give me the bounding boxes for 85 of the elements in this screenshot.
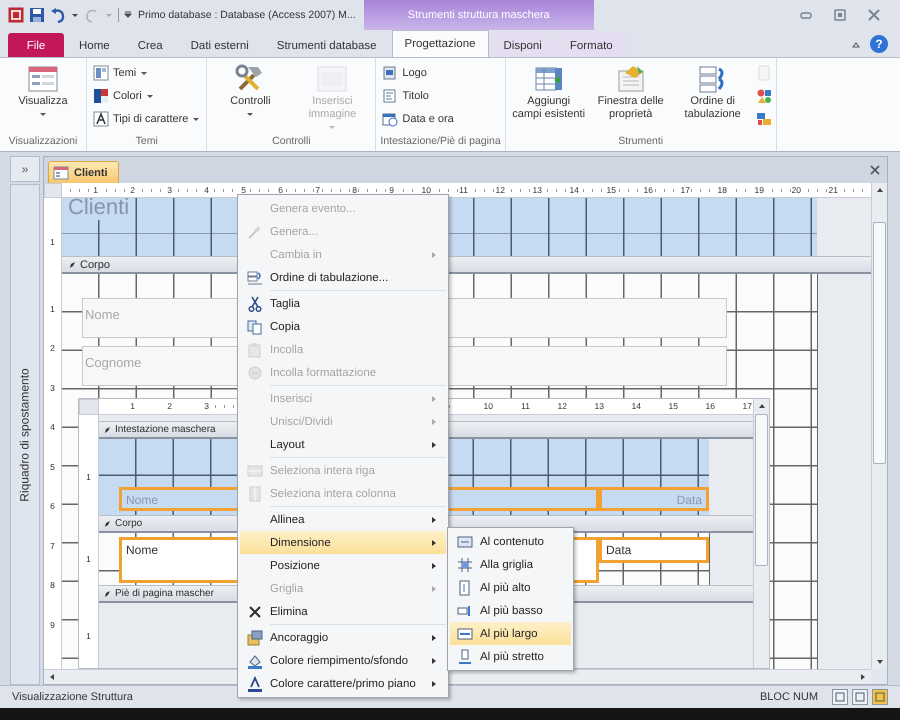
status-indicator: BLOC NUM <box>760 691 818 703</box>
ruler-number: 1 <box>86 630 91 640</box>
ruler-number: 20 <box>790 185 802 195</box>
menu-item-label: Colore carattere/primo piano <box>270 678 417 690</box>
ruler-number: 16 <box>642 185 654 195</box>
ruler-number: 1 <box>129 401 136 411</box>
menu-item-label: Al contenuto <box>480 536 545 548</box>
ruler-number: 1 <box>50 304 55 314</box>
group-label: Controlli <box>271 135 312 149</box>
menu-item-label: Al più basso <box>480 604 544 616</box>
ruler-number: 21 <box>828 185 839 195</box>
ruler-number: 14 <box>568 185 580 195</box>
ruler-number: 18 <box>716 185 728 195</box>
document-tab-label: Clienti <box>74 166 108 178</box>
menu-item-label: Copia <box>270 320 302 332</box>
ruler-number: 8 <box>50 580 55 590</box>
menu-item-label: Al più stretto <box>480 650 545 662</box>
menu-item-label: Ordine di tabulazione... <box>270 272 390 284</box>
ruler-number: 9 <box>50 620 55 630</box>
menu-item-label: Seleziona intera colonna <box>270 488 397 500</box>
ruler-number: 17 <box>680 185 691 195</box>
ruler-number: 14 <box>630 401 642 411</box>
group-label: Temi <box>134 135 159 149</box>
section-label: Piè di pagina mascher <box>115 588 214 599</box>
group-label: Intestazione/Piè di pagina <box>380 135 501 149</box>
ruler-number: 2 <box>166 401 173 411</box>
menu-item-label: Dimensione <box>270 536 332 548</box>
ruler-number: 13 <box>594 401 605 411</box>
ruler-number: 9 <box>388 185 395 195</box>
menu-item-label: Incolla formattazione <box>270 366 378 378</box>
ruler-number: 13 <box>532 185 543 195</box>
menu-item-label: Seleziona intera riga <box>270 464 376 476</box>
ruler-number: 7 <box>50 540 55 550</box>
ruler-number: 8 <box>351 185 358 195</box>
ruler-number: 17 <box>742 401 753 411</box>
navigation-pane-label: Riquadro di spostamento <box>18 368 32 502</box>
ruler-number: 6 <box>277 185 284 195</box>
ruler-number: 2 <box>50 343 55 353</box>
window-title: Primo database : Database (Access 2007) M... <box>138 9 357 21</box>
ruler-number: 1 <box>86 554 91 564</box>
contextual-tab-header: Strumenti struttura maschera <box>364 0 594 30</box>
menu-item-label: Al più alto <box>480 582 532 594</box>
ruler-number: 11 <box>520 401 531 411</box>
menu-item-label: Taglia <box>270 298 302 310</box>
menu-item-label: Unisci/Dividi <box>270 416 334 428</box>
ruler-number: 12 <box>494 185 506 195</box>
menu-item-label: Al più largo <box>480 628 539 640</box>
ruler-number: 3 <box>166 185 173 195</box>
group-label: Strumenti <box>617 135 664 149</box>
ruler-number: 5 <box>50 462 55 472</box>
status-text: Visualizzazione Struttura <box>12 691 133 703</box>
ruler-number: 4 <box>203 185 210 195</box>
menu-item-label: Griglia <box>270 582 304 594</box>
menu-item-label: Elimina <box>270 606 309 618</box>
ruler-number: 3 <box>50 382 55 392</box>
menu-item-label: Incolla <box>270 344 304 356</box>
menu-item-label: Posizione <box>270 560 321 572</box>
ruler-number: 10 <box>420 185 432 195</box>
ruler-number: 1 <box>92 185 99 195</box>
ruler-number: 5 <box>240 185 247 195</box>
ruler-number: 10 <box>482 401 494 411</box>
menu-item-label: Allinea <box>270 514 306 526</box>
section-label: Intestazione maschera <box>115 424 216 435</box>
menu-item-label: Colore riempimento/sfondo <box>270 654 410 666</box>
ruler-number: 11 <box>458 185 469 195</box>
ruler-number: 16 <box>704 401 716 411</box>
menu-item-label: Ancoraggio <box>270 632 330 644</box>
group-label: Visualizzazioni <box>8 135 78 149</box>
menu-item-label: Genera evento... <box>270 202 357 214</box>
ruler-number: 1 <box>86 472 91 482</box>
ruler-number: 12 <box>556 401 568 411</box>
section-label: Corpo <box>80 258 110 270</box>
ruler-number: 4 <box>50 422 55 432</box>
ruler-number: 2 <box>129 185 136 195</box>
ruler-number: 7 <box>314 185 321 195</box>
ruler-number: 1 <box>50 236 55 247</box>
section-label: Corpo <box>115 518 142 529</box>
ruler-number: 3 <box>203 401 210 411</box>
menu-item-label: Genera... <box>270 226 319 238</box>
ruler-number: 15 <box>606 185 617 195</box>
menu-item-label: Layout <box>270 438 306 450</box>
menu-item-label: Alla griglia <box>480 558 534 570</box>
ruler-number: 19 <box>754 185 765 195</box>
ruler-number: 6 <box>50 501 55 511</box>
ruler-number: 15 <box>668 401 679 411</box>
